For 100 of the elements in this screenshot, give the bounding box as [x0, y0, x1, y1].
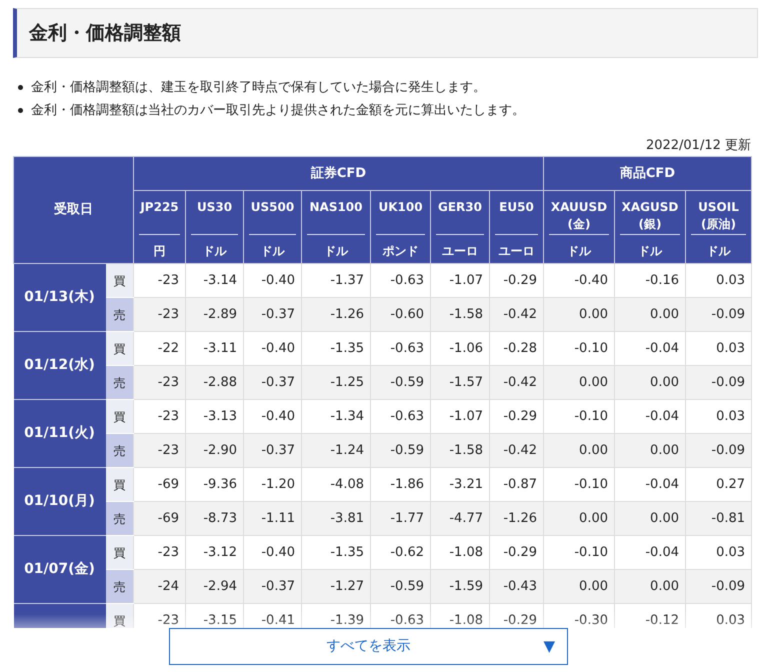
table-cell: -0.40: [244, 536, 302, 570]
table-cell: -0.81: [686, 502, 752, 536]
table-cell: -1.35: [302, 332, 370, 366]
table-cell: -3.15: [186, 604, 244, 628]
table-cell: -0.42: [490, 366, 544, 400]
side-cell: 売: [106, 502, 134, 536]
table-cell: -3.14: [186, 264, 244, 298]
page-title: 金利・価格調整額: [29, 20, 181, 46]
table-cell: -1.58: [430, 298, 490, 332]
table-cell: -1.34: [302, 400, 370, 434]
table-cell: -0.10: [544, 468, 614, 502]
table-cell: -0.43: [490, 570, 544, 604]
table-cell: -23: [134, 536, 186, 570]
table-cell: -1.57: [430, 366, 490, 400]
table-cell: -1.58: [430, 434, 490, 468]
table-cell: 0.03: [686, 536, 752, 570]
table-cell: -22: [134, 332, 186, 366]
table-cell: -0.28: [490, 332, 544, 366]
table-cell: -1.06: [430, 332, 490, 366]
header-cell: UK100 ポンド: [370, 190, 430, 264]
table-cell: -1.26: [302, 298, 370, 332]
table-cell: -0.37: [244, 298, 302, 332]
side-cell: 売: [106, 298, 134, 332]
table-cell: -0.60: [370, 298, 430, 332]
side-cell: 売: [106, 434, 134, 468]
table-cell: -0.37: [244, 434, 302, 468]
table-cell: -0.04: [614, 468, 686, 502]
side-cell: 買: [106, 264, 134, 298]
table-cell: -3.12: [186, 536, 244, 570]
table-cell: -0.40: [244, 264, 302, 298]
date-cell: 01/13(木): [14, 264, 106, 332]
side-cell: 買: [106, 604, 134, 628]
table-cell: 0.00: [544, 366, 614, 400]
table-cell: -9.36: [186, 468, 244, 502]
table-cell: -0.63: [370, 264, 430, 298]
date-cell: 01/11(火): [14, 400, 106, 468]
table-cell: -1.25: [302, 366, 370, 400]
table-cell: -0.63: [370, 604, 430, 628]
side-cell: 買: [106, 400, 134, 434]
table-cell: -2.94: [186, 570, 244, 604]
side-cell: 買: [106, 332, 134, 366]
table-cell: -1.26: [490, 502, 544, 536]
table-cell: -4.77: [430, 502, 490, 536]
date-cell: 01/07(金): [14, 536, 106, 604]
table-cell: -1.27: [302, 570, 370, 604]
table-cell: 0.00: [614, 434, 686, 468]
table-cell: -2.89: [186, 298, 244, 332]
table-cell: 0.03: [686, 400, 752, 434]
table-cell: -0.40: [544, 264, 614, 298]
table-cell: -4.08: [302, 468, 370, 502]
table-cell: -0.29: [490, 264, 544, 298]
table-cell: -24: [134, 570, 186, 604]
bullet-icon: [18, 108, 23, 113]
table-cell: -1.24: [302, 434, 370, 468]
table-cell: -0.30: [544, 604, 614, 628]
note-text: 金利・価格調整額は、建玉を取引終了時点で保有していた場合に発生します。: [31, 79, 486, 97]
table-cell: -0.42: [490, 434, 544, 468]
table-cell: -0.09: [686, 298, 752, 332]
table-cell: -1.37: [302, 264, 370, 298]
header-cell: US30 ドル: [186, 190, 244, 264]
header-cell: XAGUSD (銀) ドル: [614, 190, 686, 264]
date-cell: 01/10(月): [14, 468, 106, 536]
table-cell: 0.00: [544, 298, 614, 332]
table-cell: 0.00: [544, 502, 614, 536]
table-cell: -1.07: [430, 400, 490, 434]
table-cell: -0.29: [490, 536, 544, 570]
header-cell: NAS100 ドル: [302, 190, 370, 264]
table-cell: -0.04: [614, 400, 686, 434]
table-cell: -0.10: [544, 332, 614, 366]
update-date: 2022/01/12 更新: [646, 137, 751, 156]
header-cell: GER30 ユーロ: [430, 190, 490, 264]
table-cell: 0.00: [614, 502, 686, 536]
table-cell: 0.03: [686, 332, 752, 366]
date-cell: 01/12(水): [14, 332, 106, 400]
table-cell: -0.42: [490, 298, 544, 332]
table-cell: -0.09: [686, 570, 752, 604]
show-all-button[interactable]: すべてを表示 ▼: [169, 628, 568, 665]
table-cell: -23: [134, 434, 186, 468]
table-cell: -0.12: [614, 604, 686, 628]
table-cell: -0.09: [686, 434, 752, 468]
table-cell: -1.07: [430, 264, 490, 298]
side-cell: 買: [106, 536, 134, 570]
table-cell: -0.62: [370, 536, 430, 570]
header-cell: 受取日: [14, 156, 134, 264]
table-cell: -23: [134, 604, 186, 628]
table-cell: -1.59: [430, 570, 490, 604]
table-cell: 0.27: [686, 468, 752, 502]
table-cell: -1.08: [430, 536, 490, 570]
table-cell: -23: [134, 264, 186, 298]
header-cell: US500 ドル: [244, 190, 302, 264]
table-cell: -1.11: [244, 502, 302, 536]
table-cell: -0.37: [244, 570, 302, 604]
table-cell: -0.41: [244, 604, 302, 628]
table-cell: 0.03: [686, 604, 752, 628]
table-cell: -0.87: [490, 468, 544, 502]
bullet-icon: [18, 85, 23, 90]
header-cell: EU50 ユーロ: [490, 190, 544, 264]
dropdown-icon: ▼: [543, 635, 555, 658]
table-cell: -3.21: [430, 468, 490, 502]
table-cell: -1.20: [244, 468, 302, 502]
